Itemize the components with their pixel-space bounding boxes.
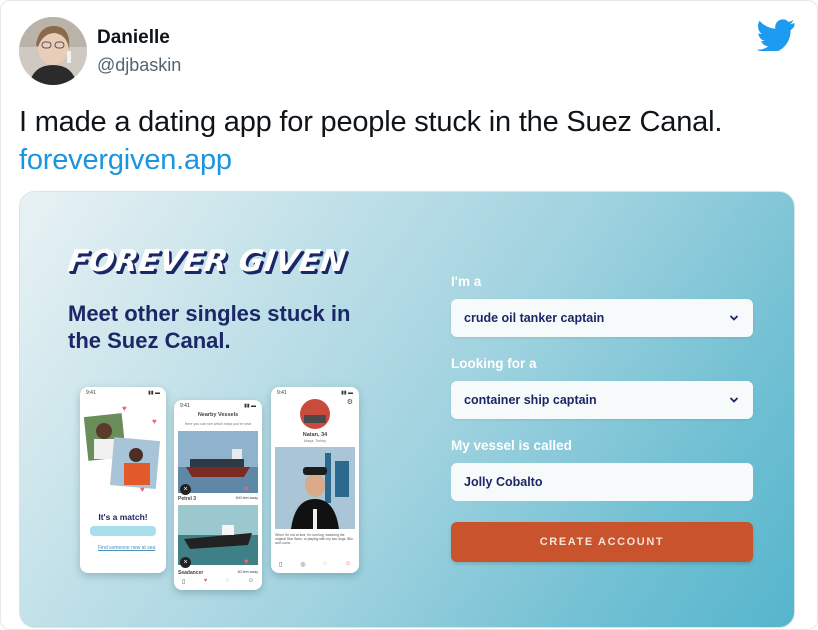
ship-name: Seadancer [178, 570, 204, 576]
ship-distance: 80 feet away [237, 570, 258, 574]
status-time: 9:41 [86, 390, 96, 396]
app-logo: FOREVER GIVEN [65, 244, 349, 279]
status-time: 9:41 [277, 390, 287, 396]
chevron-down-icon [729, 397, 739, 403]
im-a-value: crude oil tanker captain [464, 311, 605, 325]
im-a-label: I'm a [451, 274, 482, 289]
chevron-down-icon [729, 315, 739, 321]
heart-icon: ♥ [244, 557, 249, 566]
ship-photo [178, 505, 258, 565]
vessel-name-label: My vessel is called [451, 438, 572, 453]
status-time: 9:41 [180, 403, 190, 409]
captain-photo [275, 447, 355, 529]
match-footer: Find someone new at sea [98, 545, 156, 551]
status-bar: 9:41 ▮▮ ▬ [180, 403, 256, 409]
looking-for-select[interactable]: container ship captain [451, 381, 753, 419]
heart-icon: ♥ [244, 484, 249, 493]
tweet-link[interactable]: forevergiven.app [19, 141, 232, 179]
vessels-title: Nearby Vessels [197, 412, 239, 418]
ship-distance: 600 feet away [235, 496, 258, 500]
tweet-text: I made a dating app for people stuck in … [19, 106, 723, 138]
heart-icon: ♥ [152, 417, 157, 426]
status-bar: 9:41 ▮▮ ▬ [277, 390, 353, 396]
tweet-card: Danielle @djbaskin I made a dating app f… [0, 0, 818, 630]
ship-name: Petrel 3 [178, 496, 197, 502]
vessels-subtitle: Here you can see which ships you're near [184, 422, 252, 426]
settings-icon: ⚙ [346, 399, 353, 406]
looking-for-value: container ship captain [464, 393, 597, 407]
profile-location: Ataqa, Turkey [303, 439, 327, 443]
link-preview-image[interactable]: FOREVER GIVEN Meet other singles stuck i… [19, 191, 795, 628]
create-account-button[interactable]: CREATE ACCOUNT [451, 522, 753, 562]
phone-nav: ▯ ◎ ◌ ☺ [279, 561, 351, 568]
app-headline: Meet other singles stuck in the Suez Can… [68, 301, 351, 353]
author-name[interactable]: Danielle [97, 27, 170, 49]
phone-mockup-profile: 9:41 ▮▮ ▬ ⚙ Natan, 34 Ataqa, Turkey When … [271, 387, 359, 573]
phone-mockup-match: 9:41 ▮▮ ▬ ♥ ♥ ♥ It's a match! Find someon… [80, 387, 166, 573]
heart-icon: ♥ [122, 404, 127, 413]
status-bar: 9:41 ▮▮ ▬ [86, 390, 160, 396]
im-a-select[interactable]: crude oil tanker captain [451, 299, 753, 337]
phone-nav: ▯ ♥ ◌ ☺ [182, 578, 254, 585]
author-avatar[interactable] [19, 17, 87, 85]
message-button [90, 526, 156, 536]
twitter-bird-icon[interactable] [757, 19, 795, 51]
heart-icon: ♥ [140, 485, 145, 494]
profile-bio: When I'm not at sea, I'm running, watchi… [275, 533, 353, 546]
phone-mockup-vessels: 9:41 ▮▮ ▬ Nearby Vessels Here you can see… [174, 400, 262, 590]
profile-avatar [300, 399, 330, 429]
dismiss-icon: × [180, 557, 191, 568]
match-photos [84, 413, 161, 490]
author-handle[interactable]: @djbaskin [97, 55, 181, 76]
vessel-name-input[interactable] [451, 463, 753, 501]
profile-name: Natan, 34 [302, 432, 328, 438]
looking-for-label: Looking for a [451, 356, 537, 371]
match-title: It's a match! [98, 512, 148, 522]
dismiss-icon: × [180, 484, 191, 495]
